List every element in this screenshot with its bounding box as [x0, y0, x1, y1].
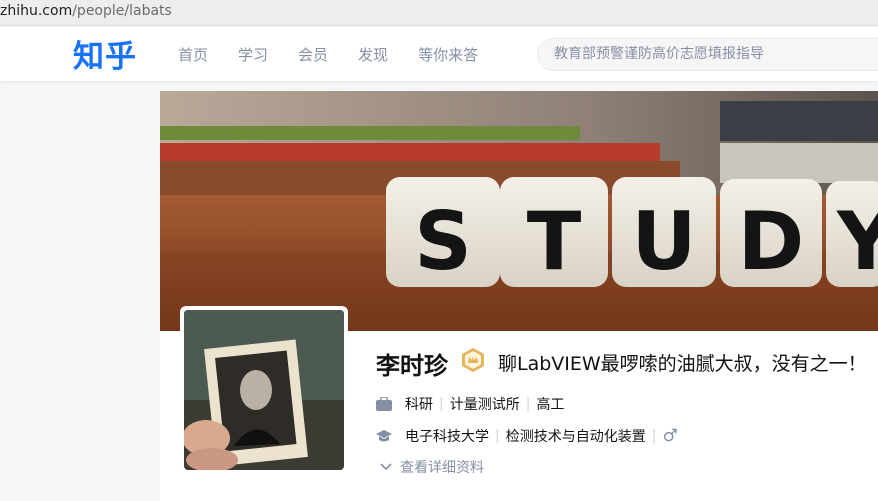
profile-card: S T U D Y 李时珍 聊LabVIEW最啰嗦的油腻大叔，没有之一！ 科研	[160, 91, 878, 501]
svg-text:U: U	[632, 195, 697, 288]
svg-text:Y: Y	[836, 195, 878, 288]
svg-text:D: D	[738, 195, 804, 288]
svg-text:T: T	[527, 195, 582, 288]
graduation-cap-icon	[376, 428, 392, 444]
nav-learn[interactable]: 学习	[238, 44, 268, 65]
cover-image: S T U D Y	[160, 91, 878, 331]
nav-home[interactable]: 首页	[178, 44, 208, 65]
school: 电子科技大学	[405, 429, 489, 445]
site-header: 知乎 首页 学习 会员 发现 等你来答 教育部预警谨防高价志愿填报指导	[0, 27, 878, 81]
avatar[interactable]	[180, 306, 348, 474]
nav-discover[interactable]: 发现	[358, 44, 388, 65]
divider: |	[651, 428, 657, 444]
nav-member[interactable]: 会员	[298, 44, 328, 65]
svg-text:S: S	[414, 195, 472, 288]
search-input[interactable]: 教育部预警谨防高价志愿填报指导	[537, 38, 878, 71]
address-bar[interactable]: zhihu.com/people/labats	[0, 0, 878, 26]
main-nav: 首页 学习 会员 发现 等你来答	[178, 44, 508, 65]
company: 计量测试所	[449, 397, 520, 413]
url-path: /people/labats	[72, 3, 172, 19]
chevron-down-icon	[380, 463, 392, 471]
badge-icon[interactable]	[460, 347, 486, 373]
study-dice: S T U D Y	[386, 177, 878, 288]
job-title: 高工	[536, 397, 565, 413]
avatar-photo	[184, 310, 344, 470]
education-info: 电子科技大学 | 检测技术与自动化装置 | ♂	[376, 426, 678, 446]
profile-headline: 聊LabVIEW最啰嗦的油腻大叔，没有之一！	[498, 353, 867, 375]
nav-waiting-answers[interactable]: 等你来答	[418, 44, 478, 65]
briefcase-icon	[376, 396, 392, 412]
view-details-label: 查看详细资料	[400, 460, 484, 476]
major: 检测技术与自动化装置	[505, 429, 646, 445]
work-info: 科研 | 计量测试所 | 高工	[376, 394, 564, 414]
male-icon: ♂	[662, 426, 678, 446]
divider: |	[495, 428, 500, 444]
view-details-link[interactable]: 查看详细资料	[380, 457, 484, 477]
divider: |	[525, 396, 531, 412]
divider: |	[439, 396, 444, 412]
url-host: zhihu.com	[0, 3, 73, 19]
industry: 科研	[405, 397, 433, 413]
profile-name: 李时珍	[376, 352, 448, 380]
zhihu-logo[interactable]: 知乎	[73, 31, 137, 76]
